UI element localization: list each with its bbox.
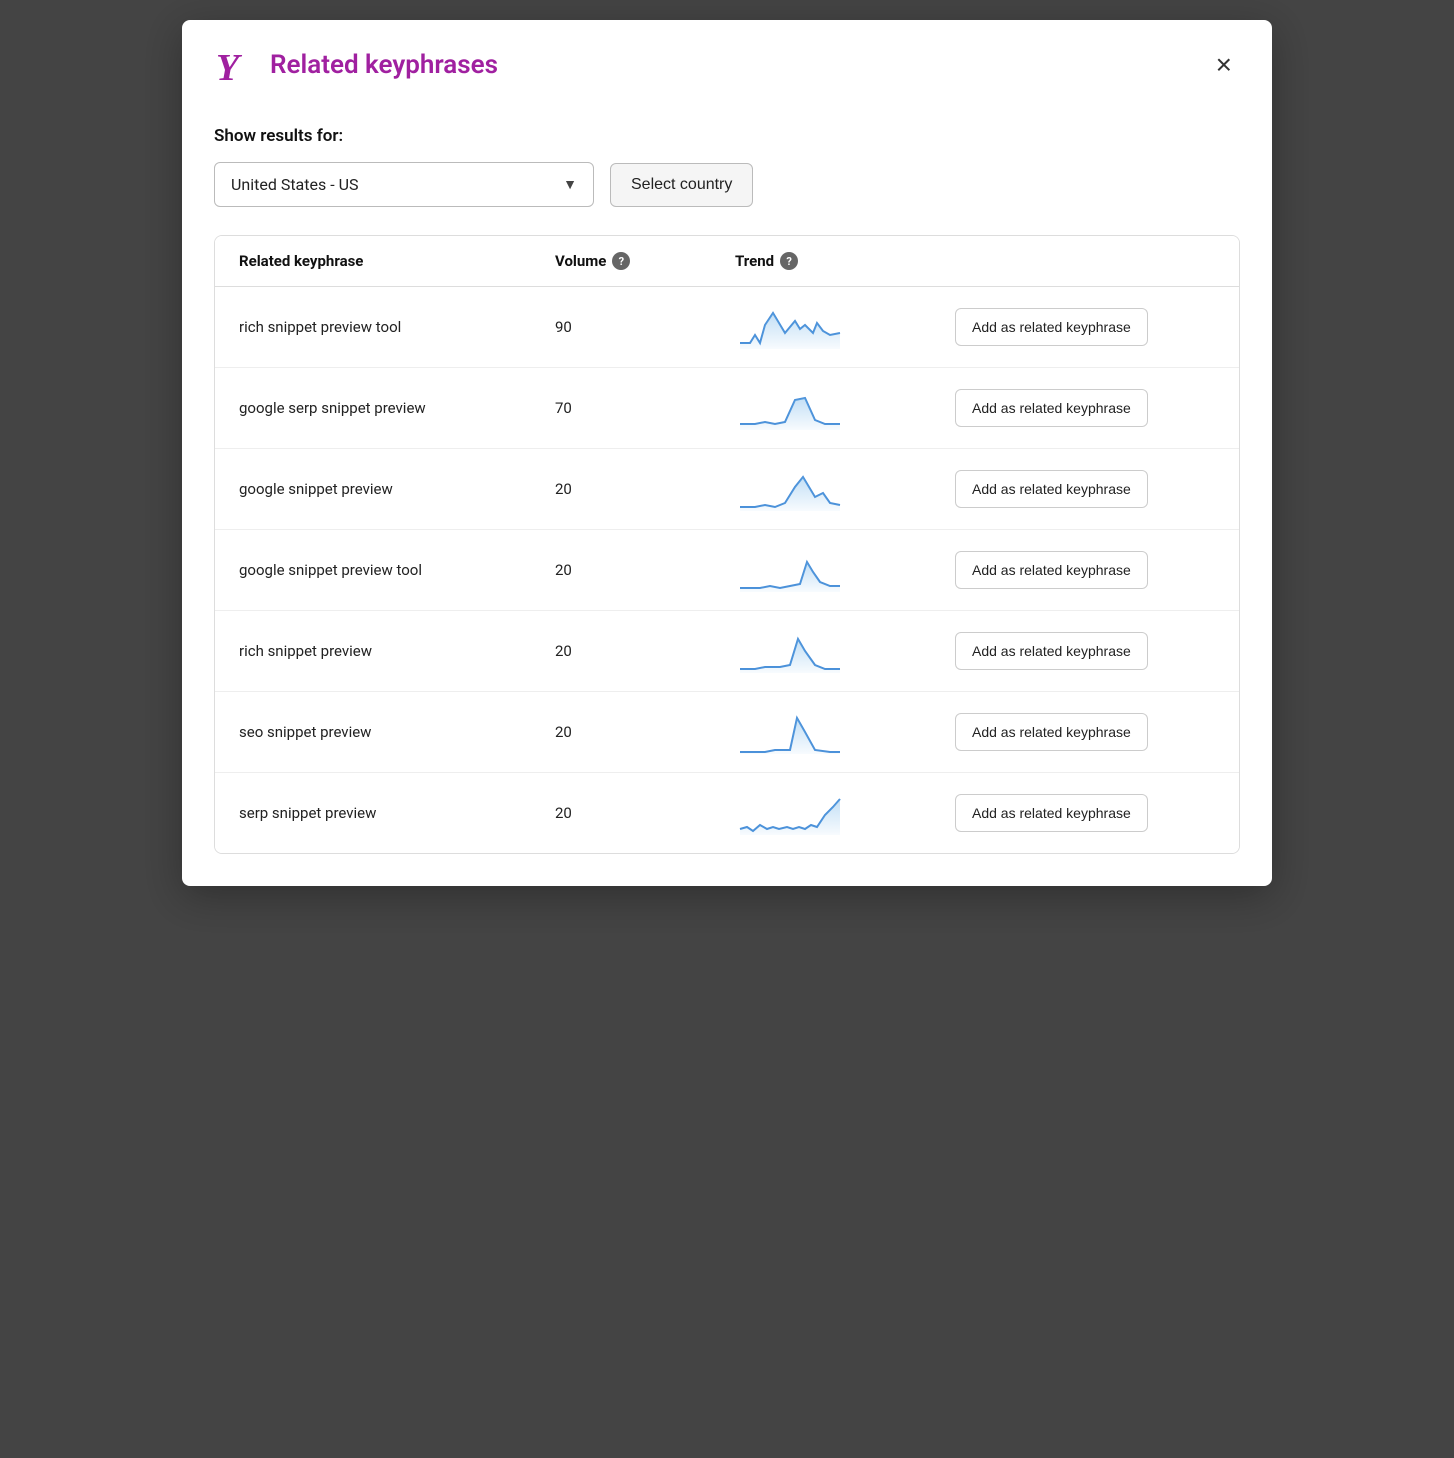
trend-chart-icon bbox=[735, 548, 845, 592]
trend-chart-icon bbox=[735, 710, 845, 754]
action-cell: Add as related keyphrase bbox=[955, 470, 1215, 508]
trend-cell bbox=[735, 629, 955, 673]
volume-cell: 90 bbox=[555, 318, 735, 336]
table-header: Related keyphrase Volume ? Trend ? bbox=[215, 236, 1239, 287]
show-results-label: Show results for: bbox=[214, 126, 1240, 146]
keyphrases-table: Related keyphrase Volume ? Trend ? rich … bbox=[214, 235, 1240, 854]
trend-chart-icon bbox=[735, 467, 845, 511]
modal-header: Y Related keyphrases × bbox=[182, 20, 1272, 106]
add-keyphrase-button[interactable]: Add as related keyphrase bbox=[955, 308, 1148, 346]
modal-title: Related keyphrases bbox=[270, 50, 498, 80]
volume-cell: 20 bbox=[555, 723, 735, 741]
action-cell: Add as related keyphrase bbox=[955, 713, 1215, 751]
modal-overlay: Y Related keyphrases × Show results for:… bbox=[0, 0, 1454, 1458]
keyphrase-cell: rich snippet preview bbox=[239, 642, 555, 660]
trend-info-icon[interactable]: ? bbox=[780, 252, 798, 270]
trend-cell bbox=[735, 710, 955, 754]
col-header-volume: Volume ? bbox=[555, 252, 735, 270]
volume-info-icon[interactable]: ? bbox=[612, 252, 630, 270]
table-row: google serp snippet preview 70 bbox=[215, 368, 1239, 449]
add-keyphrase-button[interactable]: Add as related keyphrase bbox=[955, 470, 1148, 508]
trend-cell bbox=[735, 386, 955, 430]
keyphrase-cell: google snippet preview bbox=[239, 480, 555, 498]
volume-cell: 70 bbox=[555, 399, 735, 417]
add-keyphrase-button[interactable]: Add as related keyphrase bbox=[955, 794, 1148, 832]
trend-cell bbox=[735, 791, 955, 835]
modal-title-group: Y Related keyphrases bbox=[214, 44, 498, 86]
svg-text:Y: Y bbox=[216, 47, 243, 86]
trend-chart-icon bbox=[735, 791, 845, 835]
keyphrase-cell: serp snippet preview bbox=[239, 804, 555, 822]
action-cell: Add as related keyphrase bbox=[955, 308, 1215, 346]
action-cell: Add as related keyphrase bbox=[955, 794, 1215, 832]
volume-cell: 20 bbox=[555, 561, 735, 579]
table-row: seo snippet preview 20 bbox=[215, 692, 1239, 773]
table-row: serp snippet preview 20 bbox=[215, 773, 1239, 853]
action-cell: Add as related keyphrase bbox=[955, 632, 1215, 670]
close-icon: × bbox=[1216, 49, 1232, 80]
col-header-action bbox=[955, 252, 1215, 270]
col-header-trend: Trend ? bbox=[735, 252, 955, 270]
volume-cell: 20 bbox=[555, 480, 735, 498]
chevron-down-icon: ▼ bbox=[563, 176, 577, 193]
add-keyphrase-button[interactable]: Add as related keyphrase bbox=[955, 551, 1148, 589]
col-header-keyphrase: Related keyphrase bbox=[239, 252, 555, 270]
yoast-logo-icon: Y bbox=[214, 44, 256, 86]
volume-cell: 20 bbox=[555, 642, 735, 660]
modal: Y Related keyphrases × Show results for:… bbox=[182, 20, 1272, 886]
action-cell: Add as related keyphrase bbox=[955, 551, 1215, 589]
keyphrase-cell: google serp snippet preview bbox=[239, 399, 555, 417]
action-cell: Add as related keyphrase bbox=[955, 389, 1215, 427]
trend-chart-icon bbox=[735, 629, 845, 673]
country-select-value: United States - US bbox=[231, 175, 358, 194]
close-button[interactable]: × bbox=[1208, 47, 1240, 83]
trend-chart-icon bbox=[735, 305, 845, 349]
volume-cell: 20 bbox=[555, 804, 735, 822]
table-row: google snippet preview tool 20 bbox=[215, 530, 1239, 611]
table-row: rich snippet preview 20 bbox=[215, 611, 1239, 692]
keyphrase-cell: rich snippet preview tool bbox=[239, 318, 555, 336]
table-row: google snippet preview 20 bbox=[215, 449, 1239, 530]
table-row: rich snippet preview tool 90 bbox=[215, 287, 1239, 368]
trend-cell bbox=[735, 467, 955, 511]
select-country-button[interactable]: Select country bbox=[610, 163, 753, 207]
keyphrase-cell: google snippet preview tool bbox=[239, 561, 555, 579]
trend-chart-icon bbox=[735, 386, 845, 430]
country-select-dropdown[interactable]: United States - US ▼ bbox=[214, 162, 594, 207]
keyphrase-cell: seo snippet preview bbox=[239, 723, 555, 741]
trend-cell bbox=[735, 305, 955, 349]
trend-cell bbox=[735, 548, 955, 592]
modal-body: Show results for: United States - US ▼ S… bbox=[182, 106, 1272, 886]
add-keyphrase-button[interactable]: Add as related keyphrase bbox=[955, 713, 1148, 751]
add-keyphrase-button[interactable]: Add as related keyphrase bbox=[955, 389, 1148, 427]
filter-row: United States - US ▼ Select country bbox=[214, 162, 1240, 207]
add-keyphrase-button[interactable]: Add as related keyphrase bbox=[955, 632, 1148, 670]
